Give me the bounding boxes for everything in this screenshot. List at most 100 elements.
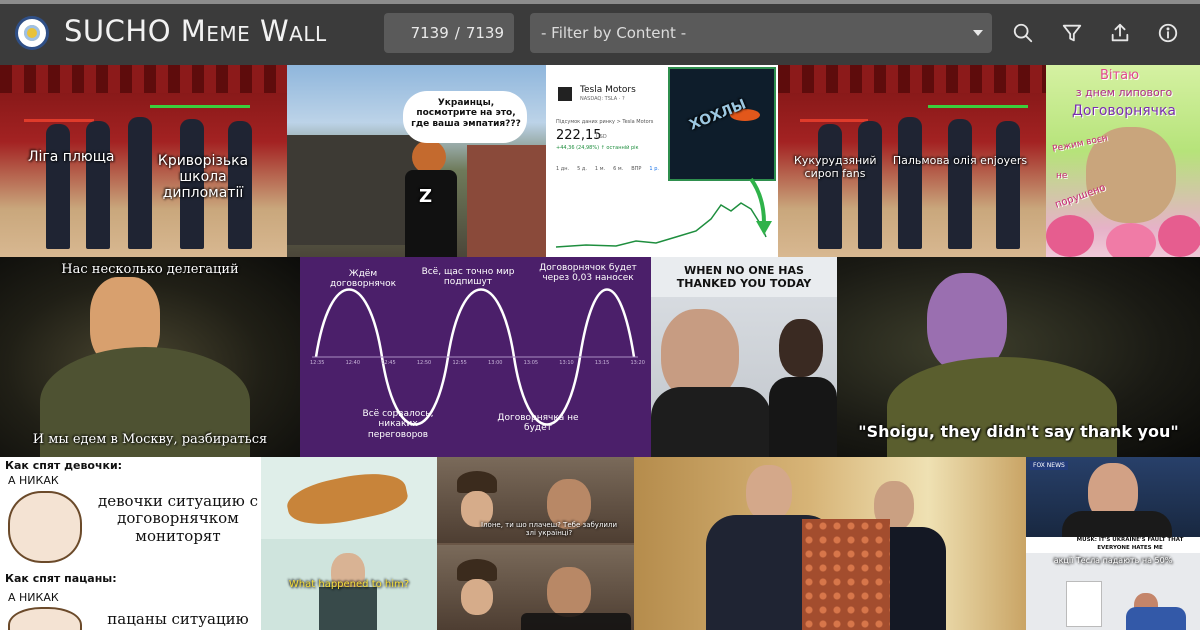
meme-caption-right: Пальмова олія enjoyers <box>892 154 1028 167</box>
stock-line-chart <box>555 202 767 248</box>
range-tab[interactable]: 1 м. <box>595 166 605 173</box>
share-icon <box>1111 23 1129 42</box>
man-face <box>547 567 591 617</box>
currency: USD <box>596 134 607 140</box>
time-tick: 13:05 <box>523 360 539 366</box>
peak-label-2: Всё, щас точно мир подпишут <box>421 267 515 288</box>
woman-head <box>779 319 823 377</box>
boy-drawing <box>8 607 82 630</box>
search-button[interactable] <box>1006 16 1040 50</box>
counter-separator: / <box>454 24 460 42</box>
red-line <box>800 119 868 122</box>
boy-body <box>319 587 377 630</box>
filter-icon <box>1062 24 1082 42</box>
chyron-line-1: MUSK: IT'S UKRAINE'S FAULT THAT <box>1076 537 1184 543</box>
meme-caption-top: Нас несколько делегаций <box>61 262 239 277</box>
range-tab[interactable]: 5 д. <box>577 166 587 173</box>
meme-caption: "Shoigu, they didn't say thank you" <box>858 422 1179 441</box>
meme-caption-bottom: И мы едем в Москву, разбираться <box>32 432 268 447</box>
woman-shirt <box>405 170 457 257</box>
time-tick: 13:00 <box>488 360 503 366</box>
channel-label: FOX NEWS <box>1030 461 1068 470</box>
range-tabs: 1 дн. 5 д. 1 м. 6 м. ВПР 1 р. <box>556 166 659 173</box>
sleep-caption-1: девочки ситуацию с договорнячком монитор… <box>98 492 258 545</box>
meme-tile[interactable]: Вітаю з днем липового Договорнячка Режим… <box>1046 65 1200 257</box>
meme-tile[interactable]: Нас несколько делегаций И мы едем в Моск… <box>0 257 300 457</box>
person <box>898 117 922 249</box>
meme-tile[interactable]: Z Украинцы, посмотрите на это, где ваша … <box>287 65 546 257</box>
meme-tile[interactable]: Ілоне, ти шо плачеш? Тебе забулили злі у… <box>437 457 634 630</box>
time-tick: 13:15 <box>594 360 610 366</box>
meteor-overlay: ХОХЛЫ <box>668 67 776 181</box>
greeting-line-2: з днем липового <box>1075 86 1173 99</box>
market-summary-label: Підсумок даних ринку > Tesla Motors <box>556 119 654 125</box>
meme-tile[interactable]: Tesla Motors NASDAQ: TSLA · ? Підсумок д… <box>546 65 778 257</box>
meme-caption-left: Ліга плюща <box>28 149 115 165</box>
filter-selected-value: - Filter by Content - <box>541 24 687 42</box>
meme-tile[interactable]: Ліга плюща Криворізька школа дипломатії <box>0 65 287 257</box>
green-line <box>928 105 1028 108</box>
person <box>86 121 110 249</box>
bathtub <box>1066 581 1102 627</box>
cowboy-hat <box>457 559 497 581</box>
rose <box>1158 215 1200 257</box>
tesla-logo-icon <box>558 87 572 101</box>
girl-drawing <box>8 491 82 563</box>
counter-current: 7139 <box>410 24 449 42</box>
time-tick: 13:10 <box>559 360 574 366</box>
brick-wall <box>467 145 546 257</box>
shirt-letter: Z <box>419 186 433 207</box>
search-icon <box>1013 23 1033 43</box>
man-shirt <box>651 387 771 457</box>
meme-tile[interactable]: Как спят девочки: А НИКАК девочки ситуац… <box>0 457 261 630</box>
greeting-line-1: Вітаю <box>1100 68 1140 83</box>
subtitle: What happened to him? <box>288 579 410 590</box>
sucho-logo[interactable] <box>15 16 49 50</box>
red-line <box>24 119 94 122</box>
filter-button[interactable] <box>1055 16 1089 50</box>
green-hoodie <box>887 357 1117 457</box>
rose <box>1046 215 1094 257</box>
down-arrow-icon <box>749 177 772 235</box>
content-filter-select[interactable]: - Filter by Content - <box>530 13 992 53</box>
meme-tile[interactable]: Кукурудзяний сироп fans Пальмова олія en… <box>778 65 1046 257</box>
meme-tile[interactable]: What happened to him? <box>261 457 437 630</box>
person <box>948 119 972 249</box>
peak-label-1: Ждём договорнячок <box>329 269 397 290</box>
cowboy-hat <box>457 471 497 493</box>
meme-caption: акції Тесла падають на 50% <box>1053 556 1173 565</box>
range-tab[interactable]: 1 дн. <box>556 166 569 173</box>
meme-caption-right: Криворізька школа дипломатії <box>157 153 249 202</box>
time-tick: 12:45 <box>381 360 396 366</box>
time-axis: 12:35 12:40 12:45 12:50 12:55 13:00 13:0… <box>310 360 645 366</box>
answer-1: А НИКАК <box>8 474 59 487</box>
time-tick: 12:55 <box>452 360 467 366</box>
stock-price: 222,15 <box>556 128 602 143</box>
range-tab[interactable]: ВПР <box>631 166 641 173</box>
subtitle: Ілоне, ти шо плачеш? Тебе забулили злі у… <box>481 521 617 538</box>
info-button[interactable] <box>1151 16 1185 50</box>
meme-tile[interactable]: Ждём договорнячок Всё, щас точно мир под… <box>300 257 651 457</box>
meme-tile[interactable]: FOX NEWS MUSK: IT'S UKRAINE'S FAULT THAT… <box>1026 457 1200 630</box>
person <box>46 124 70 249</box>
info-icon <box>1158 23 1178 43</box>
boy-face <box>461 579 493 615</box>
range-tab[interactable]: 6 м. <box>613 166 623 173</box>
curtain <box>0 65 287 93</box>
meme-tile[interactable]: "Shoigu, they didn't say thank you" <box>837 257 1200 457</box>
curtain <box>778 65 1046 93</box>
share-button[interactable] <box>1103 16 1137 50</box>
time-tick: 12:35 <box>310 360 325 366</box>
sleep-caption-2: пацаны ситуацию <box>107 610 249 628</box>
meme-tile[interactable] <box>634 457 1026 630</box>
person <box>818 124 842 249</box>
range-tab[interactable]: 1 р. <box>649 166 659 173</box>
rose <box>1106 223 1156 257</box>
meme-tile[interactable]: WHEN NO ONE HAS THANKED YOU TODAY <box>651 257 837 457</box>
chyron-line-2: EVERYONE HATES ME <box>1097 545 1163 551</box>
man-shirt <box>1126 607 1186 630</box>
question-1: Как спят девочки: <box>5 459 123 472</box>
player-controls[interactable] <box>521 613 631 630</box>
woman-hair <box>412 140 446 174</box>
creature <box>283 465 411 533</box>
